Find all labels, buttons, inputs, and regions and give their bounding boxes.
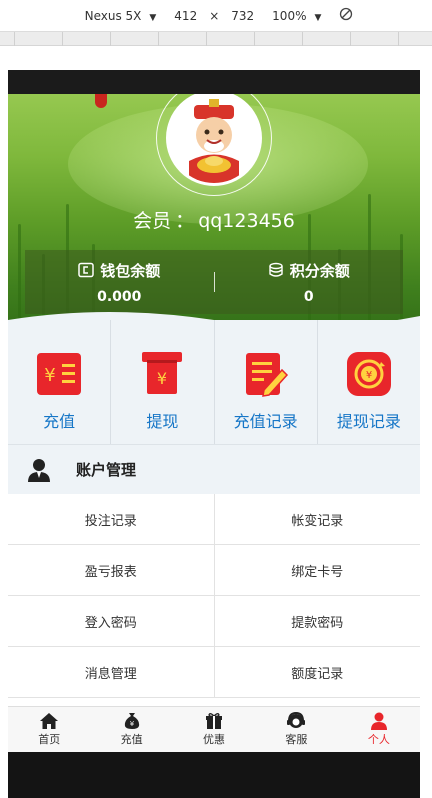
account-management-title: 账户管理 [76,461,137,479]
account-menu-row: 投注记录 帐变记录 [8,494,420,545]
svg-text:¥: ¥ [366,370,372,381]
wallet-balance: 钱包余额 0.000 [25,250,214,314]
viewport-height[interactable]: 732 [231,9,254,23]
profile-header: 会员： qq123456 钱包余额 0.000 积分余额 0 [8,94,420,344]
coins-icon [269,262,283,277]
viewport-width[interactable]: 412 [174,9,197,23]
withdrawal-password-link[interactable]: 提款密码 [214,596,420,646]
money-bag-icon: ¥ [124,713,139,729]
svg-text:¥: ¥ [157,369,167,388]
recharge-record-icon [245,353,288,397]
zoom-select[interactable]: 100% ▼ [266,9,327,23]
bind-card-link[interactable]: 绑定卡号 [214,545,420,595]
message-management-link[interactable]: 消息管理 [8,647,215,697]
tab-home[interactable]: 首页 [8,707,90,752]
tab-promotions[interactable]: 优惠 [173,707,255,752]
points-balance: 积分余额 0 [215,250,404,314]
device-select[interactable]: Nexus 5X ▼ [79,9,163,23]
rotate-icon[interactable] [339,7,353,24]
bottom-tab-bar: 首页 ¥ 充值 优惠 客服 个人 [8,706,420,752]
status-bar [8,70,420,94]
withdraw-record-label: 提现记录 [336,412,401,431]
svg-text:¥: ¥ [129,720,134,728]
points-balance-value: 0 [303,288,314,305]
profit-loss-report-link[interactable]: 盈亏报表 [8,545,215,595]
withdraw-record-button[interactable]: ¥ 提现记录 [318,320,420,444]
account-menu: 投注记录 帐变记录 盈亏报表 绑定卡号 登入密码 提款密码 消息管理 额度记录 [8,494,420,698]
recharge-label: 充值 [43,412,76,431]
withdraw-label: 提现 [146,412,179,431]
recharge-record-label: 充值记录 [233,412,298,431]
system-nav-bar [8,752,420,798]
tab-customer-service[interactable]: 客服 [255,707,337,752]
avatar[interactable] [166,94,262,186]
tab-recharge[interactable]: ¥ 充值 [90,707,172,752]
chevron-down-icon: ▼ [314,12,322,23]
account-changes-link[interactable]: 帐变记录 [214,494,420,544]
media-query-ruler [0,32,432,46]
quota-records-link[interactable]: 额度记录 [214,647,420,697]
dimension-times: × [209,8,220,23]
person-icon [28,458,50,482]
login-password-link[interactable]: 登入密码 [8,596,215,646]
gift-icon [206,713,223,729]
quick-actions: ¥ 充值 ¥ 提现 充值记录 ¥ 提现记录 [8,320,420,444]
headset-icon [287,712,306,728]
account-menu-row: 盈亏报表 绑定卡号 [8,545,420,596]
balance-panel: 钱包余额 0.000 积分余额 0 [25,250,403,314]
withdraw-record-icon: ¥ [346,352,391,396]
chevron-down-icon: ▼ [149,12,157,23]
member-username: 会员： qq123456 [133,210,295,232]
tab-personal[interactable]: 个人 [338,707,420,752]
recharge-icon: ¥ [37,353,82,395]
phone-viewport: 会员： qq123456 钱包余额 0.000 积分余额 0 ¥ 充值 ¥ 提现… [8,70,420,798]
recharge-record-button[interactable]: 充值记录 [215,320,318,444]
account-menu-row: 登入密码 提款密码 [8,596,420,647]
home-icon [40,713,59,729]
svg-text:¥: ¥ [44,365,55,386]
withdraw-icon: ¥ [142,352,183,394]
account-management-header: 账户管理 [8,444,420,494]
bet-records-link[interactable]: 投注记录 [8,494,215,544]
devtools-device-toolbar: Nexus 5X ▼ 412 × 732 100% ▼ [0,0,432,32]
user-icon [370,712,387,730]
lantern-decoration [95,94,107,108]
withdraw-button[interactable]: ¥ 提现 [111,320,215,444]
account-menu-row: 消息管理 额度记录 [8,647,420,698]
wallet-icon [78,262,94,278]
recharge-button[interactable]: ¥ 充值 [8,320,112,444]
wallet-balance-value: 0.000 [97,288,142,305]
